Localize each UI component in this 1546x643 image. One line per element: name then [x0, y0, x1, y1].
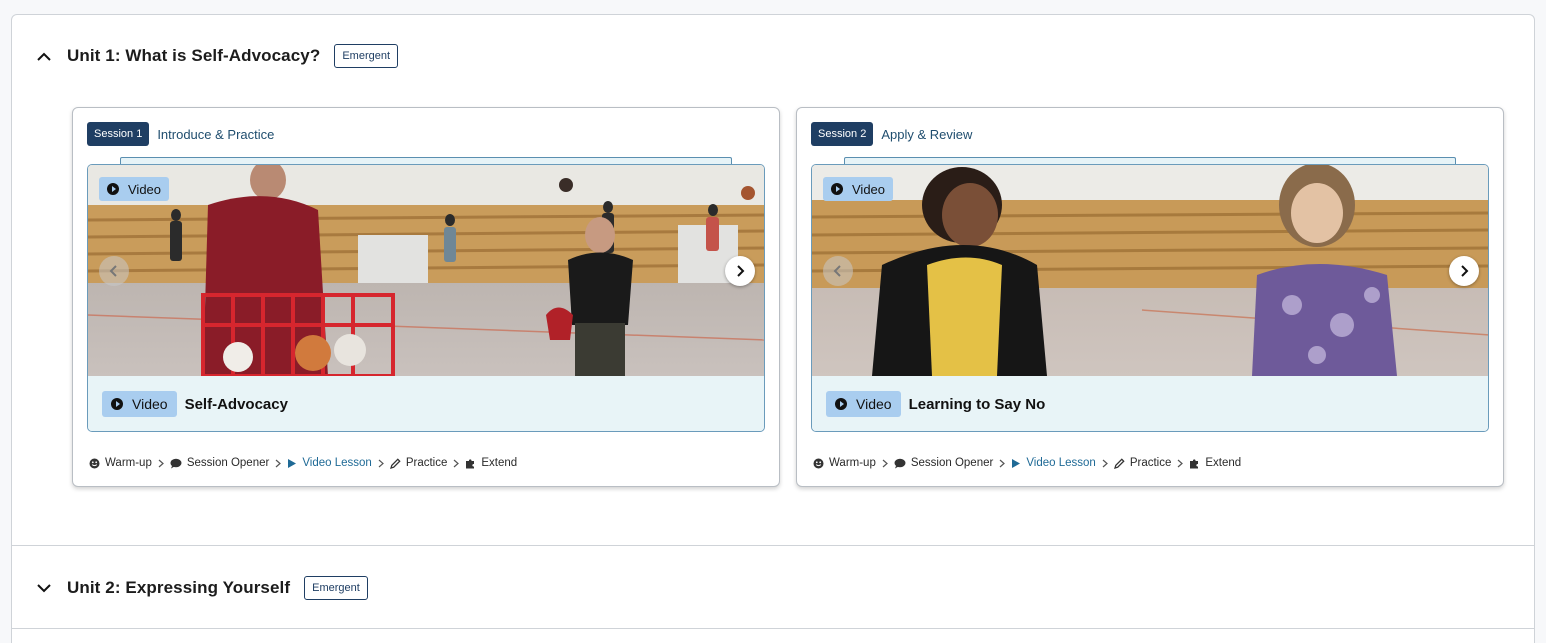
video-slide[interactable]: Video Video Learning to Say No — [811, 164, 1489, 432]
step-label: Extend — [481, 457, 518, 469]
session-card-1: Session 1 Introduce & Practice Video Vid… — [72, 107, 780, 487]
step-label: Video Lesson — [302, 457, 372, 469]
unit-1-header[interactable]: Unit 1: What is Self-Advocacy? Emergent — [12, 38, 399, 74]
step-warm-up[interactable]: Warm-up — [813, 457, 876, 469]
chevron-right-icon — [158, 459, 164, 468]
chevron-right-icon — [999, 459, 1006, 468]
chevron-right-icon — [453, 459, 460, 468]
step-video-lesson[interactable]: Video Lesson — [1011, 457, 1096, 469]
unit-divider — [12, 628, 1534, 629]
chevron-right-icon — [275, 459, 282, 468]
speech-bubble-icon — [170, 458, 182, 469]
chevron-right-icon — [1102, 459, 1108, 468]
chevron-right-icon — [1177, 459, 1184, 468]
session-card-2: Session 2 Apply & Review Video Video Lea… — [796, 107, 1504, 487]
pencil-icon — [389, 457, 401, 469]
video-slide[interactable]: Video Video Self-Advocacy — [87, 164, 765, 432]
video-caption[interactable]: Video Self-Advocacy — [88, 376, 764, 431]
unit-1-level-badge: Emergent — [334, 44, 399, 68]
carousel-next-button[interactable] — [1449, 256, 1479, 286]
session-2-name: Apply & Review — [881, 126, 973, 142]
carousel-prev-button[interactable] — [823, 256, 853, 286]
step-video-lesson[interactable]: Video Lesson — [287, 457, 372, 469]
speech-bubble-icon — [894, 458, 906, 469]
video-thumbnail[interactable]: Video — [812, 165, 1488, 376]
puzzle-icon — [465, 458, 476, 469]
play-circle-icon — [831, 183, 843, 195]
session-1-name: Introduce & Practice — [157, 126, 275, 142]
video-title[interactable]: Self-Advocacy — [185, 396, 288, 413]
video-type-tag: Video — [99, 177, 170, 201]
unit-divider — [12, 545, 1534, 546]
video-title[interactable]: Learning to Say No — [909, 396, 1046, 413]
play-circle-icon — [107, 183, 119, 195]
session-1-pill: Session 1 — [87, 122, 150, 146]
carousel-next-button[interactable] — [725, 256, 755, 286]
chevron-left-icon — [109, 265, 117, 277]
step-label: Warm-up — [829, 457, 876, 469]
pencil-icon — [1113, 457, 1125, 469]
video-type-tag: Video — [826, 391, 901, 417]
video-type-label: Video — [856, 396, 892, 412]
play-circle-icon — [835, 398, 847, 410]
video-type-tag: Video — [102, 391, 177, 417]
step-extend[interactable]: Extend — [465, 457, 517, 469]
step-session-opener[interactable]: Session Opener — [894, 457, 993, 469]
step-label: Session Opener — [186, 457, 270, 469]
video-type-tag: Video — [823, 177, 894, 201]
step-label: Warm-up — [105, 457, 152, 469]
lesson-steps: Warm-up Session Opener Video Lesson Prac… — [89, 457, 517, 469]
units-panel: Unit 1: What is Self-Advocacy? Emergent … — [11, 14, 1535, 643]
chevron-left-icon — [833, 265, 841, 277]
step-label: Session Opener — [910, 457, 994, 469]
chevron-down-icon[interactable] — [29, 573, 59, 603]
chevron-right-icon — [882, 459, 888, 468]
play-icon — [287, 458, 297, 469]
step-practice[interactable]: Practice — [1113, 457, 1172, 469]
step-label: Practice — [1129, 457, 1172, 469]
step-label: Practice — [405, 457, 448, 469]
chevron-up-icon[interactable] — [29, 41, 59, 71]
unit-2-header[interactable]: Unit 2: Expressing Yourself Emergent — [12, 570, 368, 606]
play-icon — [1011, 458, 1021, 469]
step-label: Video Lesson — [1026, 457, 1096, 469]
play-circle-icon — [111, 398, 123, 410]
step-session-opener[interactable]: Session Opener — [170, 457, 269, 469]
session-2-pill: Session 2 — [811, 122, 874, 146]
chevron-right-icon — [1461, 265, 1469, 277]
step-warm-up[interactable]: Warm-up — [89, 457, 152, 469]
video-caption[interactable]: Video Learning to Say No — [812, 376, 1488, 431]
video-type-label: Video — [132, 396, 168, 412]
step-practice[interactable]: Practice — [389, 457, 448, 469]
puzzle-icon — [1189, 458, 1200, 469]
unit-1-title: Unit 1: What is Self-Advocacy? — [67, 46, 321, 65]
video-thumbnail[interactable]: Video — [88, 165, 764, 376]
lesson-steps: Warm-up Session Opener Video Lesson Prac… — [813, 457, 1241, 469]
carousel-prev-button[interactable] — [99, 256, 129, 286]
video-type-label: Video — [852, 181, 886, 197]
smiley-icon — [813, 458, 824, 469]
smiley-icon — [89, 458, 100, 469]
unit-2-level-badge: Emergent — [304, 576, 368, 600]
step-extend[interactable]: Extend — [1189, 457, 1241, 469]
unit-2-title: Unit 2: Expressing Yourself — [67, 578, 291, 597]
step-label: Extend — [1205, 457, 1242, 469]
chevron-right-icon — [378, 459, 384, 468]
chevron-right-icon — [737, 265, 745, 277]
video-type-label: Video — [128, 181, 162, 197]
